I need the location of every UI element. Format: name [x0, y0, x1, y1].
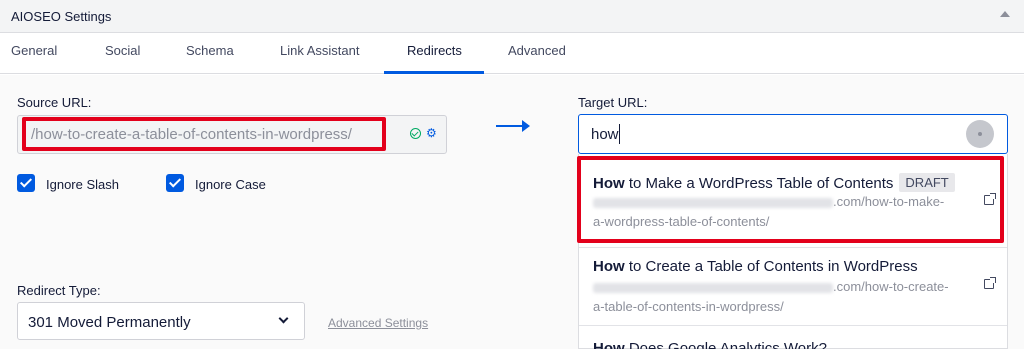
gear-icon[interactable]: ⚙ [426, 127, 437, 139]
panel-header: AIOSEO Settings [0, 0, 1024, 33]
ignore-slash-label: Ignore Slash [46, 177, 119, 192]
result-title: How Does Google Analytics Work? [593, 340, 827, 349]
redirect-type-select[interactable]: 301 Moved Permanently [17, 302, 305, 340]
result-item[interactable]: How Does Google Analytics Work? [579, 326, 1007, 349]
ignore-case-checkbox[interactable] [166, 174, 184, 192]
result-item[interactable]: How to Create a Table of Contents in Wor… [579, 248, 1007, 328]
source-url-label: Source URL: [17, 95, 92, 110]
loading-spinner-icon [966, 120, 994, 148]
active-tab-indicator [384, 71, 484, 74]
collapse-icon[interactable] [1000, 11, 1010, 17]
tab-bar: General Social Schema Link Assistant Red… [0, 33, 1024, 74]
text-caret [619, 124, 620, 144]
source-url-highlight [22, 117, 386, 151]
chevron-down-icon [278, 313, 289, 324]
panel-title: AIOSEO Settings [11, 9, 112, 24]
external-link-icon[interactable] [984, 277, 996, 289]
result-title: How to Create a Table of Contents in Wor… [593, 258, 918, 275]
target-url-input[interactable]: how [578, 114, 1008, 154]
advanced-settings-link[interactable]: Advanced Settings [328, 316, 428, 330]
result-highlight [577, 156, 1004, 243]
target-url-value: how [591, 126, 619, 143]
redirect-type-label: Redirect Type: [17, 283, 101, 298]
target-url-label: Target URL: [578, 95, 648, 110]
tab-general[interactable]: General [11, 43, 57, 58]
tab-advanced[interactable]: Advanced [508, 43, 566, 58]
check-circle-icon [410, 128, 421, 139]
tab-link-assistant[interactable]: Link Assistant [280, 43, 360, 58]
ignore-slash-checkbox[interactable] [17, 174, 35, 192]
result-url: .com/how-to-create-a-table-of-contents-i… [593, 279, 949, 314]
tab-redirects[interactable]: Redirects [407, 43, 462, 58]
tab-schema[interactable]: Schema [186, 43, 234, 58]
redirect-type-value: 301 Moved Permanently [28, 314, 191, 331]
tab-social[interactable]: Social [105, 43, 140, 58]
ignore-case-label: Ignore Case [195, 177, 266, 192]
arrow-right-icon [496, 120, 530, 132]
